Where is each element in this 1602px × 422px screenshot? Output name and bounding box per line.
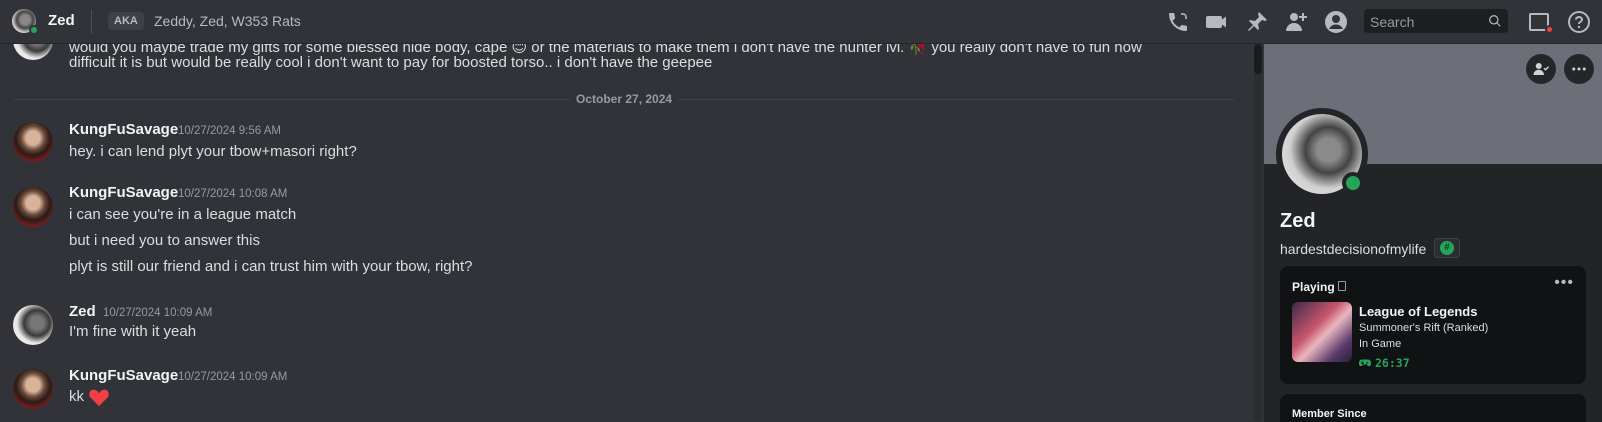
game-elapsed-time: 26:37 xyxy=(1359,356,1410,370)
message-line: I'm fine with it yeah xyxy=(69,323,197,340)
profile-display-name: Zed xyxy=(1280,210,1316,232)
message-avatar[interactable] xyxy=(13,122,53,162)
search-placeholder: Search xyxy=(1370,14,1415,30)
aka-names: Zeddy, Zed, W353 Rats xyxy=(154,13,301,29)
message-author[interactable]: Zed xyxy=(69,303,96,320)
video-call-icon[interactable] xyxy=(1205,10,1229,34)
message-line: plyt is still our friend and i can trust… xyxy=(69,258,473,275)
discord-dm-window: Zed AKA Zeddy, Zed, W353 Rats Search wou… xyxy=(0,0,1602,422)
chat-scrollbar[interactable] xyxy=(1254,44,1262,422)
message-list: would you maybe trade my gifts for some … xyxy=(0,44,1236,422)
member-since-label: Member Since xyxy=(1292,408,1367,420)
message-author[interactable]: KungFuSavage xyxy=(69,367,178,384)
profile-username: hardestdecisionofmylife xyxy=(1280,241,1427,257)
message-avatar[interactable] xyxy=(13,187,53,227)
message-timestamp: 10/27/2024 9:56 AM xyxy=(178,125,281,137)
pin-icon[interactable] xyxy=(1245,10,1269,34)
message-line: hey. i can lend plyt your tbow+masori ri… xyxy=(69,143,357,160)
activity-heading: Playing xyxy=(1292,280,1335,294)
message-line: but i need you to answer this xyxy=(69,232,260,249)
user-profile-panel: Zed hardestdecisionofmylife # Playing ••… xyxy=(1264,44,1602,422)
game-state: In Game xyxy=(1359,338,1402,350)
message-avatar[interactable] xyxy=(13,44,53,60)
message-timestamp: 10/27/2024 10:09 AM xyxy=(103,307,213,319)
game-title: League of Legends xyxy=(1359,304,1478,319)
message-timestamp: 10/27/2024 10:09 AM xyxy=(178,371,288,383)
message-author[interactable]: KungFuSavage xyxy=(69,184,178,201)
dm-header: Zed AKA Zeddy, Zed, W353 Rats Search xyxy=(0,0,1602,44)
online-status-icon xyxy=(1342,172,1364,194)
online-status-icon xyxy=(29,25,39,35)
add-friend-icon[interactable] xyxy=(1526,54,1556,84)
search-icon xyxy=(1489,15,1501,27)
add-friends-to-dm-icon[interactable] xyxy=(1284,10,1308,34)
search-input[interactable]: Search xyxy=(1364,9,1508,33)
activity-more-icon[interactable]: ••• xyxy=(1554,274,1574,292)
user-profile-icon[interactable] xyxy=(1324,10,1348,34)
game-cover-image xyxy=(1292,302,1352,362)
message-line: difficult it is but would be really cool… xyxy=(69,54,713,71)
message-avatar[interactable] xyxy=(13,305,53,345)
unread-dot-icon xyxy=(1545,25,1554,34)
member-since-card: Member Since xyxy=(1280,394,1586,422)
more-options-icon[interactable] xyxy=(1564,54,1594,84)
message-avatar[interactable] xyxy=(13,369,53,409)
message-line: kk xyxy=(69,387,110,407)
header-divider xyxy=(91,10,92,34)
heart-emoji-icon xyxy=(89,389,109,407)
help-icon[interactable] xyxy=(1567,10,1591,34)
device-icon xyxy=(1338,281,1346,291)
date-divider-label: October 27, 2024 xyxy=(570,92,679,106)
message-author[interactable]: KungFuSavage xyxy=(69,121,178,138)
scrollbar-thumb[interactable] xyxy=(1254,44,1262,74)
header-user-name[interactable]: Zed xyxy=(48,12,75,29)
game-details: Summoner's Rift (Ranked) xyxy=(1359,322,1489,334)
message-line-text: kk xyxy=(69,387,84,405)
hashtag-icon: # xyxy=(1440,241,1454,255)
message-line: i can see you're in a league match xyxy=(69,206,297,223)
activity-card: Playing ••• League of Legends Summoner's… xyxy=(1280,266,1586,384)
message-timestamp: 10/27/2024 10:08 AM xyxy=(178,188,288,200)
game-elapsed-value: 26:37 xyxy=(1375,356,1410,370)
controller-icon xyxy=(1359,359,1371,367)
voice-call-icon[interactable] xyxy=(1166,10,1190,34)
aka-badge: AKA xyxy=(108,12,144,30)
server-tag-badge[interactable]: # xyxy=(1434,238,1460,258)
